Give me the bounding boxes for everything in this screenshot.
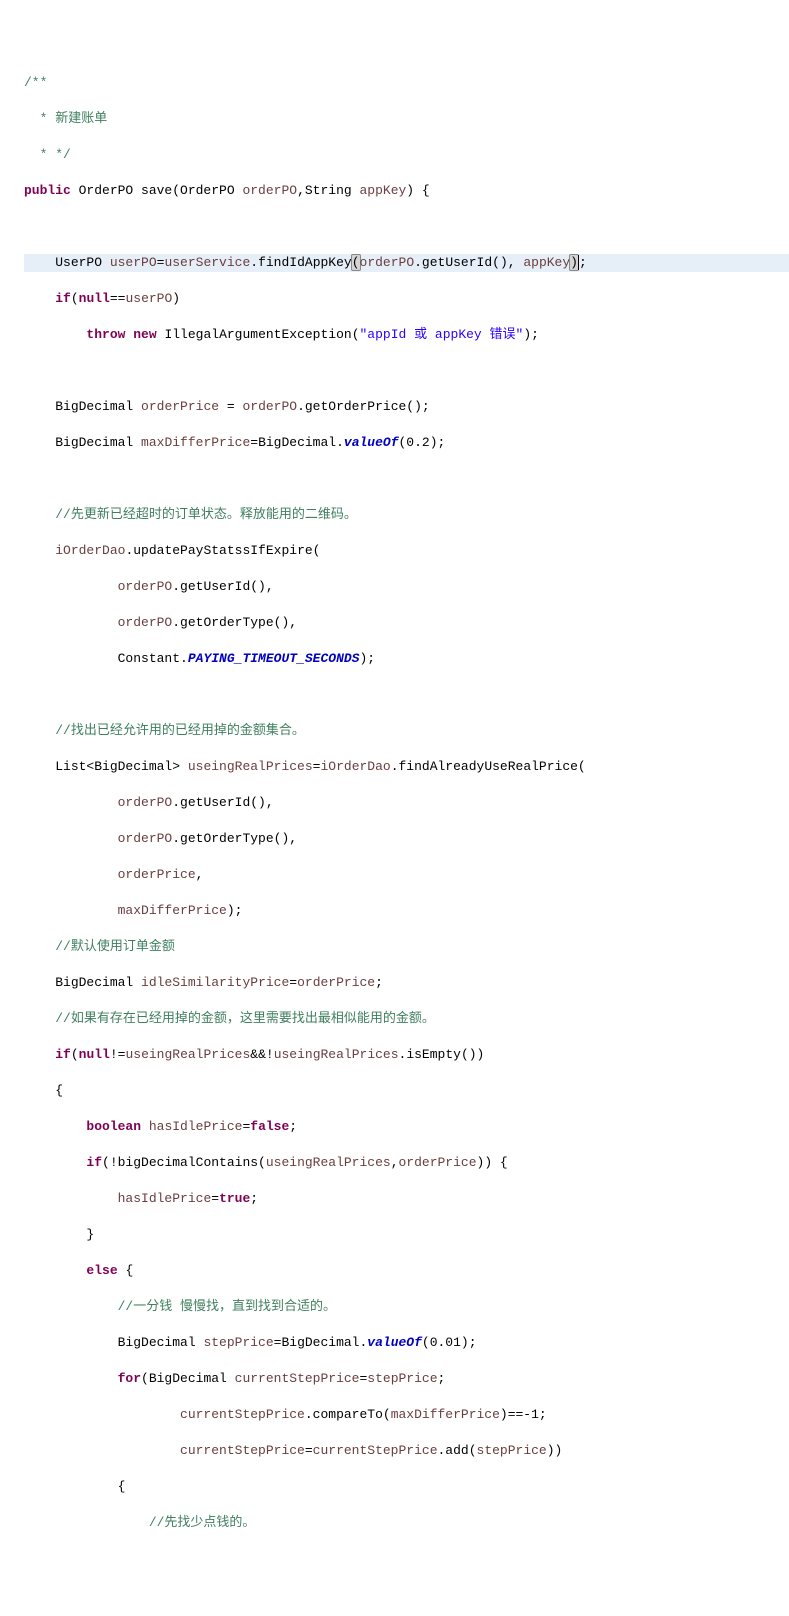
javadoc-end: * */ <box>32 147 71 162</box>
code-line: else { <box>24 1262 789 1280</box>
static-field: PAYING_TIMEOUT_SECONDS <box>188 651 360 666</box>
code-line: /** <box>24 74 789 92</box>
code-line: orderPO.getUserId(), <box>24 578 789 596</box>
code-line: Constant.PAYING_TIMEOUT_SECONDS); <box>24 650 789 668</box>
line-comment: //如果有存在已经用掉的金额，这里需要找出最相似能用的金额。 <box>55 1011 435 1026</box>
code-line: orderPO.getOrderType(), <box>24 830 789 848</box>
line-comment: //先更新已经超时的订单状态。释放能用的二维码。 <box>55 507 357 522</box>
code-line: public OrderPO save(OrderPO orderPO,Stri… <box>24 182 789 200</box>
keyword-public: public <box>24 183 71 198</box>
code-line: orderPO.getUserId(), <box>24 794 789 812</box>
highlighted-line: UserPO userPO=userService.findIdAppKey(o… <box>24 254 789 272</box>
code-line: if(!bigDecimalContains(useingRealPrices,… <box>24 1154 789 1172</box>
code-line: * */ <box>24 146 789 164</box>
code-line: { <box>24 1478 789 1496</box>
blank-line <box>24 362 789 380</box>
code-line: BigDecimal idleSimilarityPrice=orderPric… <box>24 974 789 992</box>
code-line: //先找少点钱的。 <box>24 1514 789 1532</box>
code-line: //默认使用订单金额 <box>24 938 789 956</box>
code-line: BigDecimal stepPrice=BigDecimal.valueOf(… <box>24 1334 789 1352</box>
code-line: for(BigDecimal currentStepPrice=stepPric… <box>24 1370 789 1388</box>
blank-line <box>24 686 789 704</box>
line-comment: //先找少点钱的。 <box>149 1515 256 1530</box>
code-line: orderPrice, <box>24 866 789 884</box>
code-line: if(null==userPO) <box>24 290 789 308</box>
code-line: { <box>24 1082 789 1100</box>
code-line: orderPO.getOrderType(), <box>24 614 789 632</box>
code-line: if(null!=useingRealPrices&&!useingRealPr… <box>24 1046 789 1064</box>
code-line: maxDifferPrice); <box>24 902 789 920</box>
line-comment: //默认使用订单金额 <box>55 939 175 954</box>
code-line: hasIdlePrice=true; <box>24 1190 789 1208</box>
line-comment: //找出已经允许用的已经用掉的金额集合。 <box>55 723 305 738</box>
code-line: //一分钱 慢慢找，直到找到合适的。 <box>24 1298 789 1316</box>
blank-line <box>24 218 789 236</box>
code-line: boolean hasIdlePrice=false; <box>24 1118 789 1136</box>
javadoc-start: /** <box>24 75 47 90</box>
code-line: throw new IllegalArgumentException("appI… <box>24 326 789 344</box>
code-line: //如果有存在已经用掉的金额，这里需要找出最相似能用的金额。 <box>24 1010 789 1028</box>
line-comment: //一分钱 慢慢找，直到找到合适的。 <box>118 1299 336 1314</box>
blank-line <box>24 470 789 488</box>
code-line: //找出已经允许用的已经用掉的金额集合。 <box>24 722 789 740</box>
static-method: valueOf <box>367 1335 422 1350</box>
javadoc-text: * 新建账单 <box>32 111 107 126</box>
code-line: //先更新已经超时的订单状态。释放能用的二维码。 <box>24 506 789 524</box>
code-line: currentStepPrice.compareTo(maxDifferPric… <box>24 1406 789 1424</box>
static-method: valueOf <box>344 435 399 450</box>
string-literal: "appId 或 appKey 错误" <box>360 327 524 342</box>
code-line: BigDecimal maxDifferPrice=BigDecimal.val… <box>24 434 789 452</box>
code-line: BigDecimal orderPrice = orderPO.getOrder… <box>24 398 789 416</box>
code-line: * 新建账单 <box>24 110 789 128</box>
code-line: List<BigDecimal> useingRealPrices=iOrder… <box>24 758 789 776</box>
code-line: currentStepPrice=currentStepPrice.add(st… <box>24 1442 789 1460</box>
code-line: iOrderDao.updatePayStatssIfExpire( <box>24 542 789 560</box>
code-line: } <box>24 1226 789 1244</box>
